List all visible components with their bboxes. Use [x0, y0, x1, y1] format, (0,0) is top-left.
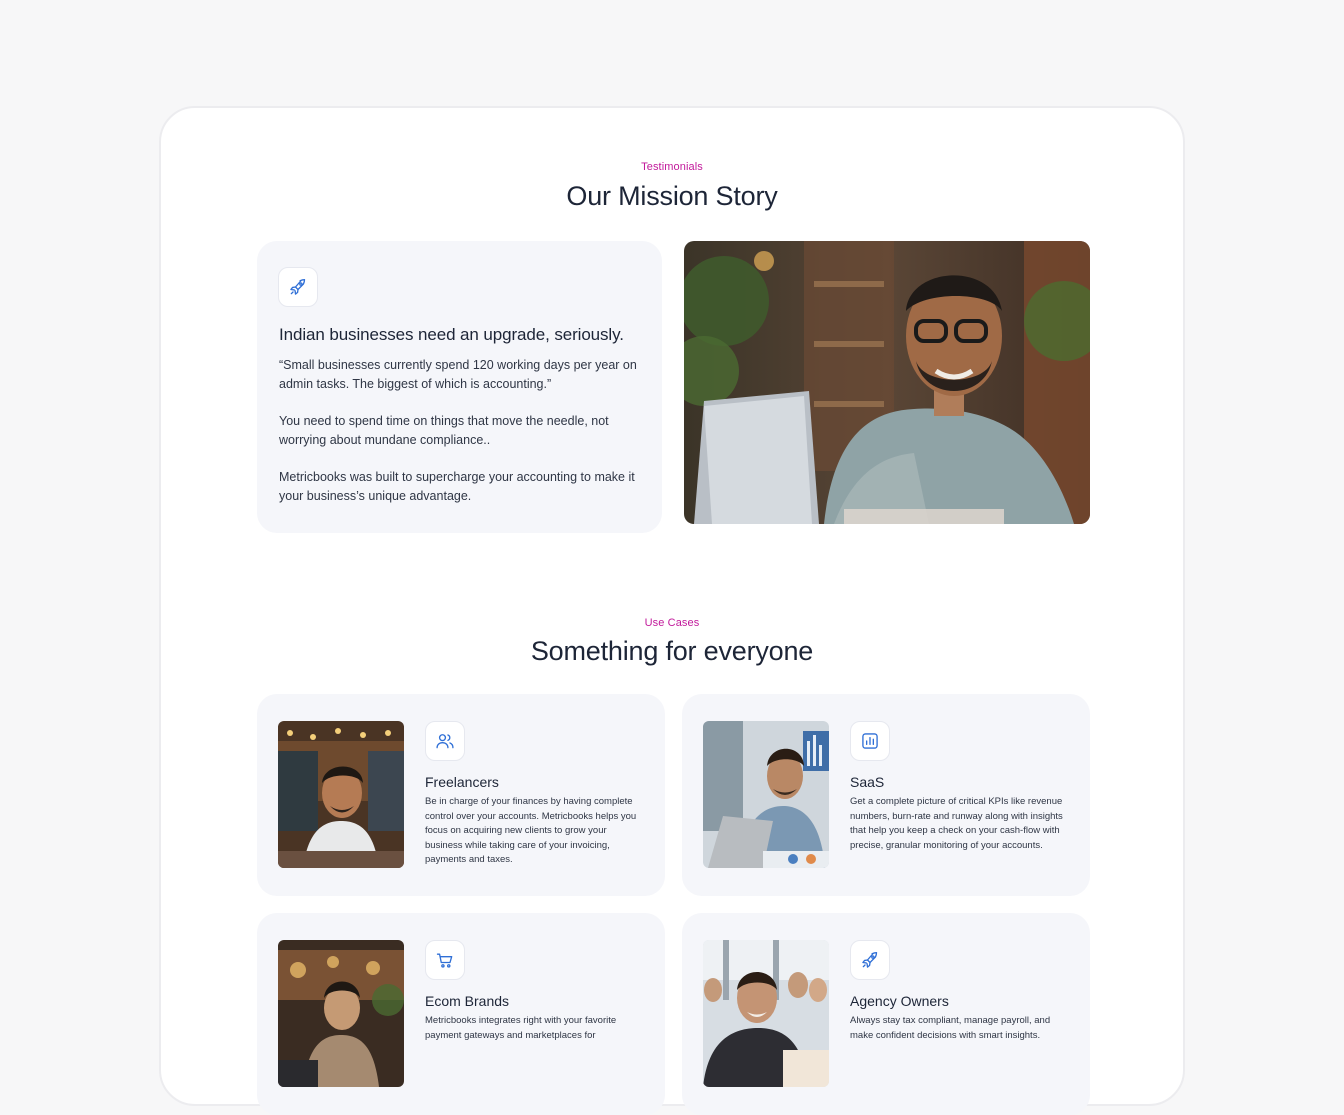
use-case-description: Be in charge of your finances by having … — [425, 796, 637, 866]
use-case-card-freelancers: Freelancers Be in charge of your finance… — [257, 694, 665, 896]
use-case-description: Get a complete picture of critical KPIs … — [850, 796, 1063, 851]
cart-icon — [425, 940, 465, 980]
testimonials-eyebrow: Testimonials — [641, 161, 703, 173]
use-cases-heading: Something for everyone — [530, 636, 814, 666]
agency-photo — [703, 940, 829, 1087]
use-case-card-agency: Agency Owners Always stay tax compliant,… — [682, 913, 1090, 1115]
testimonials-header: Testimonials Our Mission Story — [161, 161, 1183, 212]
ecom-photo — [278, 940, 404, 1087]
mission-paragraph: Metricbooks was built to supercharge you… — [279, 470, 635, 503]
freelancer-photo — [278, 721, 404, 868]
mission-heading: Our Mission Story — [566, 181, 778, 211]
mission-photo — [684, 241, 1090, 524]
use-cases-eyebrow: Use Cases — [644, 617, 700, 629]
use-case-title: Agency Owners — [850, 993, 949, 1009]
saas-photo — [703, 721, 829, 868]
use-cases-header: Use Cases Something for everyone — [161, 617, 1183, 667]
use-case-title: Ecom Brands — [425, 993, 510, 1009]
rocket-icon — [278, 267, 318, 307]
mission-card: Indian businesses need an upgrade, serio… — [257, 241, 662, 533]
mission-paragraph: You need to spend time on things that mo… — [279, 414, 609, 447]
use-case-title: SaaS — [850, 774, 885, 790]
use-case-title: Freelancers — [425, 774, 499, 790]
mission-title: Indian businesses need an upgrade, serio… — [279, 325, 624, 344]
mission-quote: “Small businesses currently spend 120 wo… — [279, 358, 637, 391]
users-icon — [425, 721, 465, 761]
content-frame: Testimonials Our Mission Story Indian bu… — [159, 106, 1185, 1115]
use-case-description: Metricbooks integrates right with your f… — [425, 1015, 617, 1041]
rocket-icon — [850, 940, 890, 980]
use-case-card-saas: SaaS Get a complete picture of critical … — [682, 694, 1090, 896]
chart-icon — [850, 721, 890, 761]
use-case-card-ecom: Ecom Brands Metricbooks integrates right… — [257, 913, 665, 1115]
use-case-description: Always stay tax compliant, manage payrol… — [850, 1015, 1051, 1041]
